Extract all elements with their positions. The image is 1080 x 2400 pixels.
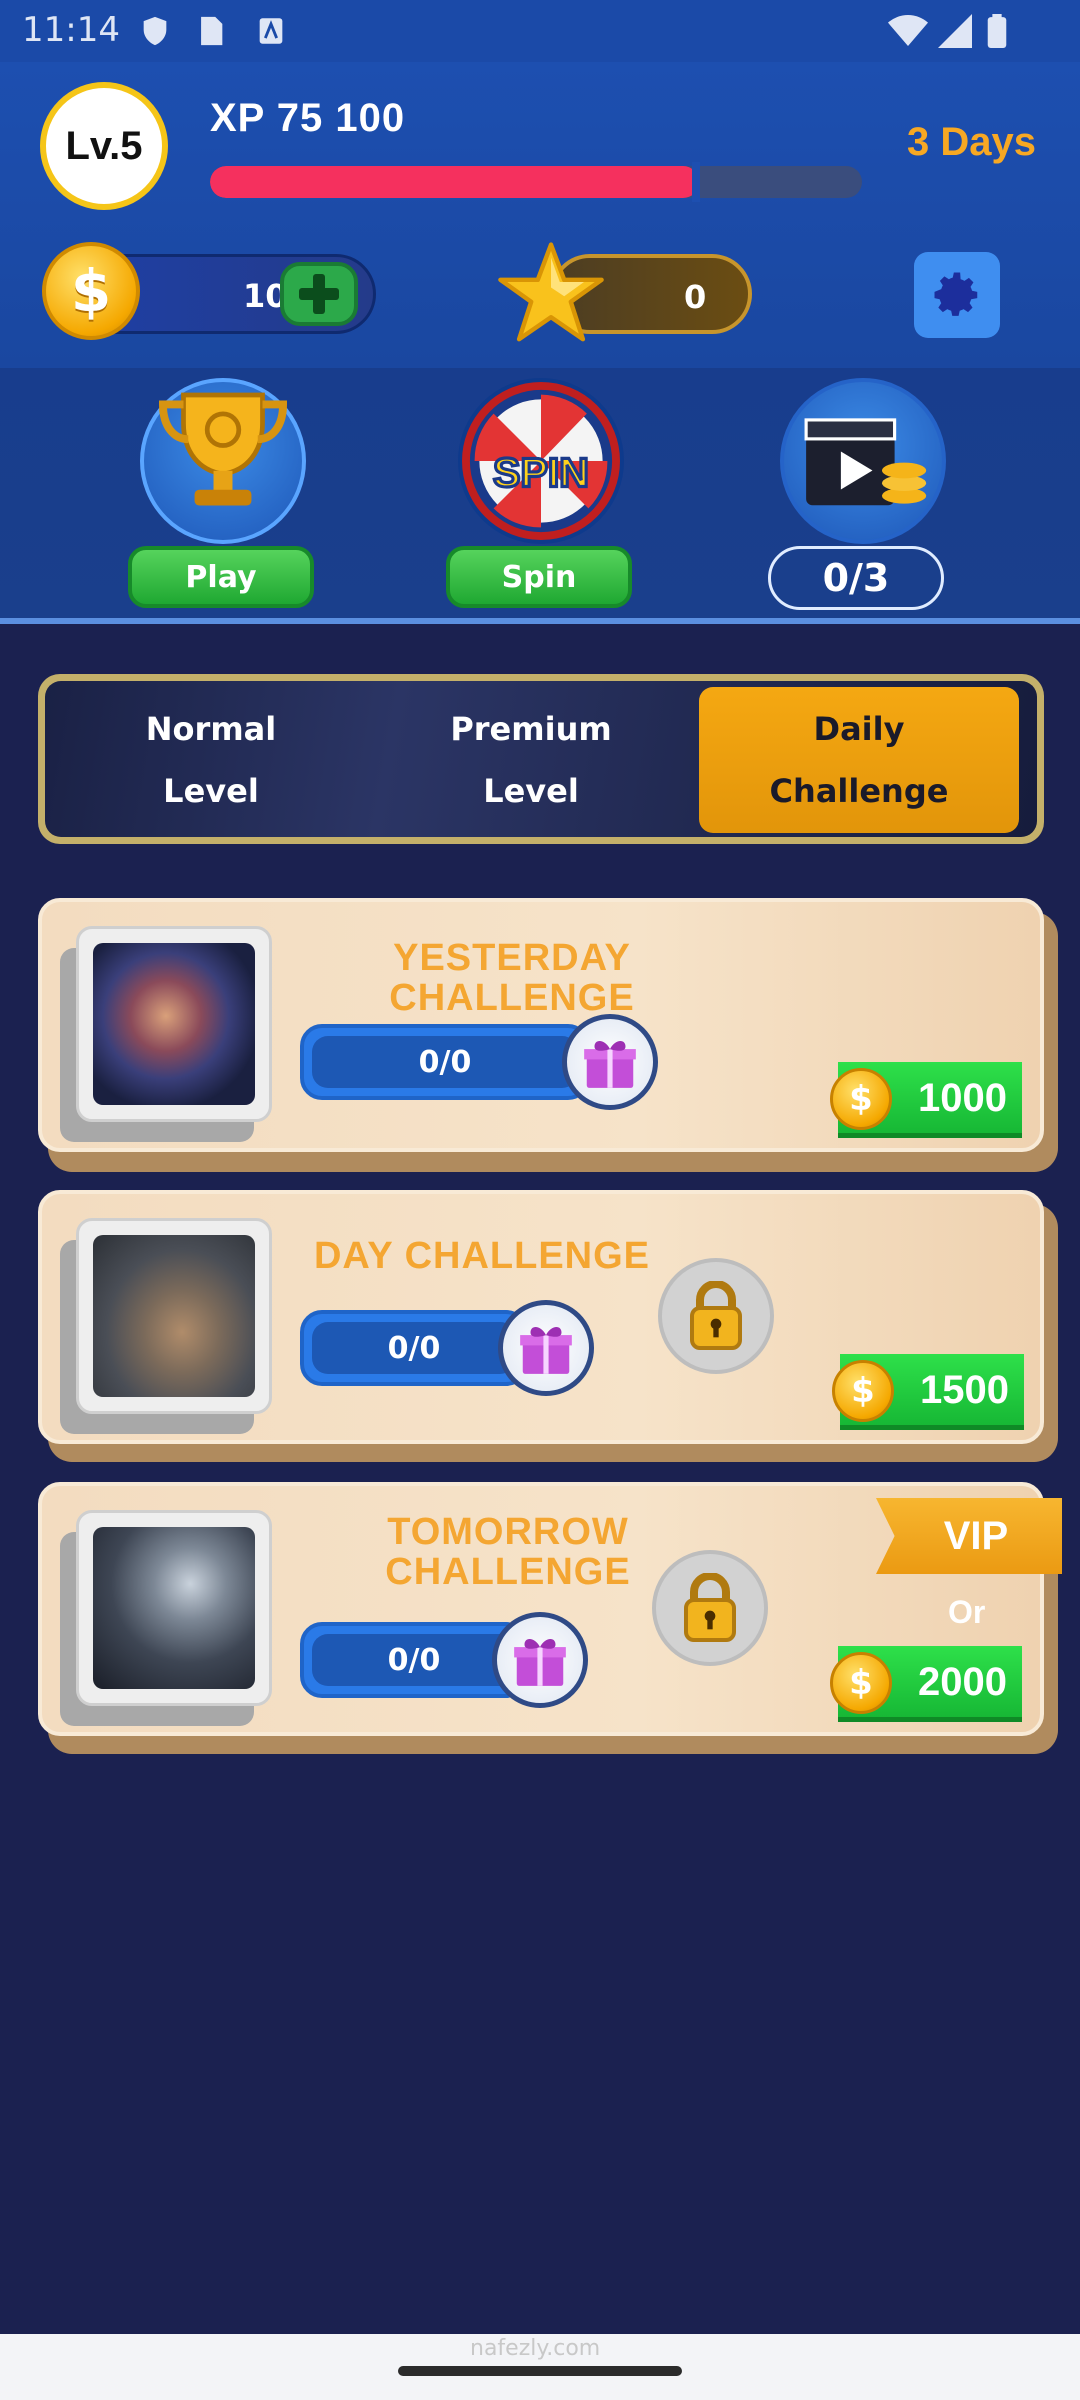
level-badge[interactable]: Lv.5: [40, 82, 168, 210]
face-portrait-image: [93, 943, 255, 1105]
vip-badge[interactable]: VIP: [876, 1498, 1062, 1574]
sim-card-icon: [201, 16, 223, 46]
gift-icon: [514, 1638, 566, 1686]
status-time: 11:14: [22, 10, 120, 50]
progress-label: 0/0: [312, 1322, 516, 1374]
reward-value: 1000: [918, 1076, 1007, 1120]
coin-icon: $: [830, 1652, 892, 1714]
challenge-progress: 0/0: [300, 1310, 528, 1386]
reward-value: 1500: [920, 1368, 1009, 1412]
signal-icon: [938, 14, 972, 48]
challenge-thumbnail: [76, 1218, 272, 1414]
day-challenge-card[interactable]: DAY CHALLENGE 0/0 $ 1500: [38, 1190, 1044, 1444]
reward-value: 2000: [918, 1660, 1007, 1704]
add-coins-button[interactable]: [280, 262, 358, 326]
or-label: Or: [948, 1594, 986, 1630]
days-label: 3 Days: [907, 120, 1036, 164]
xp-progress-fill: [210, 166, 699, 198]
silhouette-art-image: [93, 1527, 255, 1689]
spin-button[interactable]: Spin: [446, 546, 632, 608]
watermark: nafezly.com: [470, 2336, 601, 2361]
lock-icon: [684, 1573, 736, 1642]
coin-icon: $: [832, 1360, 894, 1422]
challenge-thumbnail: [76, 926, 272, 1122]
plus-icon: [299, 274, 339, 314]
video-reward-icon: [804, 418, 927, 506]
star-value: 0: [684, 278, 707, 316]
locked-indicator: [652, 1550, 768, 1666]
tab-daily-challenge[interactable]: Daily Challenge: [699, 687, 1019, 833]
spin-feature[interactable]: SPIN Spin: [446, 378, 636, 618]
challenge-reward: $ 2000: [830, 1646, 1022, 1722]
star-icon: [498, 242, 604, 342]
progress-label: 0/0: [312, 1634, 516, 1686]
gift-button[interactable]: [562, 1014, 658, 1110]
challenge-reward: $ 1500: [832, 1354, 1024, 1430]
spin-art-text: SPIN: [493, 449, 589, 495]
tab-premium-level[interactable]: Premium Level: [371, 687, 691, 833]
coin-icon: $: [830, 1068, 892, 1130]
status-bar: 11:14: [0, 0, 1080, 62]
challenge-progress: 0/0: [300, 1024, 590, 1100]
spin-wheel-icon: SPIN: [469, 389, 613, 533]
cat-photo-image: [93, 1235, 255, 1397]
gift-button[interactable]: [498, 1300, 594, 1396]
settings-button[interactable]: [914, 252, 1000, 338]
challenge-title: TOMORROW CHALLENGE: [385, 1511, 631, 1593]
challenge-thumbnail: [76, 1510, 272, 1706]
gift-button[interactable]: [492, 1612, 588, 1708]
tab-normal-level[interactable]: Normal Level: [51, 687, 371, 833]
shield-icon: [143, 16, 167, 46]
tomorrow-challenge-card[interactable]: TOMORROW CHALLENGE 0/0 VIP Or $ 2000: [38, 1482, 1062, 1736]
coin-icon: $: [42, 242, 140, 340]
play-feature[interactable]: Play: [128, 378, 318, 618]
battery-icon: [987, 14, 1007, 48]
challenge-reward: $ 1000: [830, 1062, 1022, 1138]
game-header: Lv.5 XP 75 100 3 Days 100 $ 0: [0, 62, 1080, 368]
tabs-inner: Normal Level Premium Level Daily Challen…: [45, 681, 1037, 837]
locked-indicator: [658, 1258, 774, 1374]
video-reward-feature[interactable]: 0/3: [768, 378, 958, 618]
challenge-title: YESTERDAY CHALLENGE: [389, 937, 635, 1019]
wifi-icon: [888, 15, 928, 46]
xp-bar-divider: [692, 162, 700, 202]
progress-label: 0/0: [312, 1036, 578, 1088]
gift-icon: [520, 1326, 572, 1374]
challenge-title: DAY CHALLENGE: [313, 1235, 651, 1277]
home-indicator[interactable]: [398, 2366, 682, 2376]
app-notification-icon: [259, 18, 283, 44]
xp-progress-bar: [210, 166, 862, 198]
play-button[interactable]: Play: [128, 546, 314, 608]
trophy-art: [140, 378, 306, 544]
feature-row: Play SPIN Spin 0/3: [0, 368, 1080, 624]
lock-icon: [690, 1281, 742, 1350]
trophy-icon: [159, 392, 287, 506]
video-reward-counter: 0/3: [768, 546, 944, 610]
xp-label: XP 75 100: [210, 96, 406, 140]
video-reward-art: [780, 378, 946, 544]
gear-icon: [934, 272, 978, 316]
gift-icon: [584, 1040, 636, 1088]
yesterday-challenge-card[interactable]: YESTERDAY CHALLENGE 0/0 $ 1000: [38, 898, 1044, 1152]
spin-wheel-art: SPIN: [458, 378, 624, 544]
level-tabs: Normal Level Premium Level Daily Challen…: [38, 674, 1044, 844]
